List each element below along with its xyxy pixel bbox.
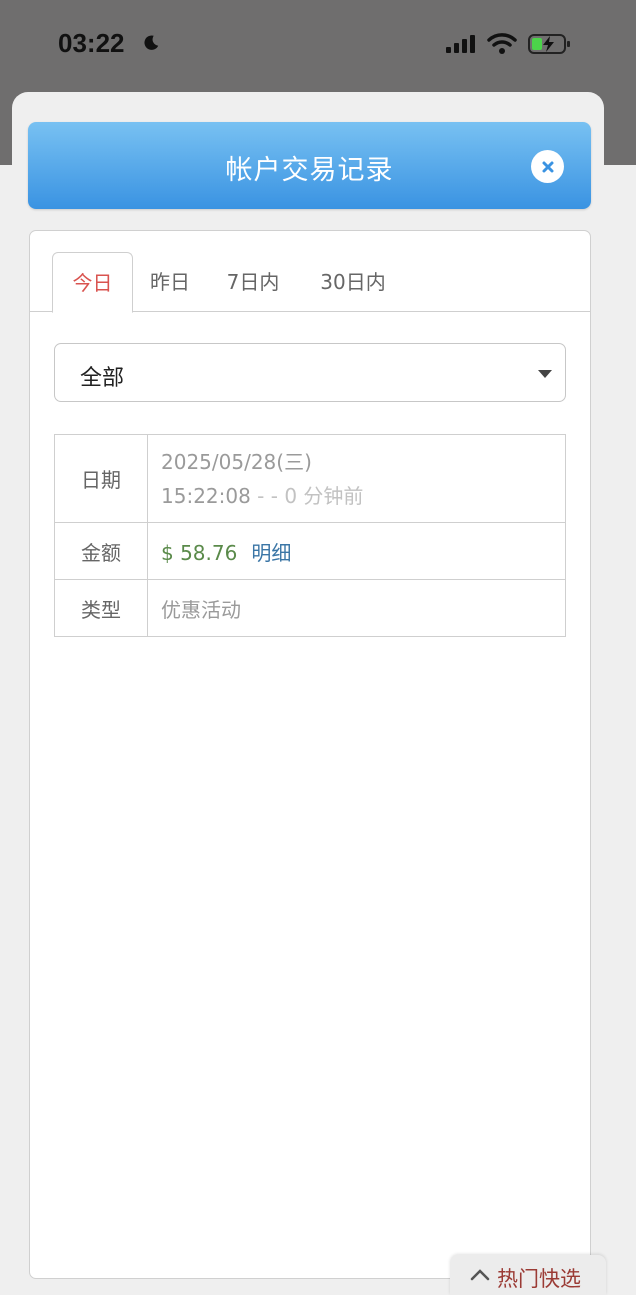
amount-value: $ 58.76 [161,540,238,565]
date-label: 日期 [54,434,148,523]
chevron-up-icon [470,1269,490,1281]
wifi-icon [487,33,517,54]
table-row: 类型 优惠活动 [54,579,566,637]
time-line: 15:22:08 - - 0 分钟前 [161,479,565,513]
tab-7-days[interactable]: 7日内 [218,252,288,312]
time-value: 15:22:08 [161,483,251,508]
transaction-detail-table: 日期 2025/05/28(三) 15:22:08 - - 0 分钟前 金额 $… [54,434,566,637]
type-value: 优惠活动 [147,579,566,637]
amount-label: 金额 [54,522,148,580]
select-value: 全部 [80,366,125,391]
modal-title: 帐户交易记录 [225,155,394,186]
date-value: 2025/05/28(三) [161,449,312,474]
tab-yesterday[interactable]: 昨日 [140,252,200,312]
tab-30-days[interactable]: 30日内 [310,252,396,312]
battery-charging-icon [528,34,570,54]
table-row: 日期 2025/05/28(三) 15:22:08 - - 0 分钟前 [54,434,566,523]
table-row: 金额 $ 58.76 明细 [54,522,566,580]
detail-link[interactable]: 明细 [251,541,291,565]
relative-time: - - 0 分钟前 [250,483,364,508]
moon-icon [144,35,159,50]
status-time: 03:22 [58,28,125,58]
transaction-type-select[interactable]: 全部 [54,343,566,402]
tab-today[interactable]: 今日 [52,252,133,313]
hot-pick-label: 热门快选 [497,1267,581,1291]
amount-cell: $ 58.76 明细 [147,522,566,580]
modal-header: 帐户交易记录 [28,122,591,209]
transaction-panel: 今日 昨日 7日内 30日内 全部 日期 2025/05/28(三) 15:22… [29,230,591,1279]
signal-icon [446,35,475,53]
type-label: 类型 [54,579,148,637]
chevron-down-icon [538,370,552,378]
date-range-tabs: 今日 昨日 7日内 30日内 [30,252,590,313]
close-icon [542,161,553,172]
hot-pick-button[interactable]: 热门快选 [450,1255,606,1295]
date-cell: 2025/05/28(三) 15:22:08 - - 0 分钟前 [147,434,566,523]
close-button[interactable] [531,150,564,183]
